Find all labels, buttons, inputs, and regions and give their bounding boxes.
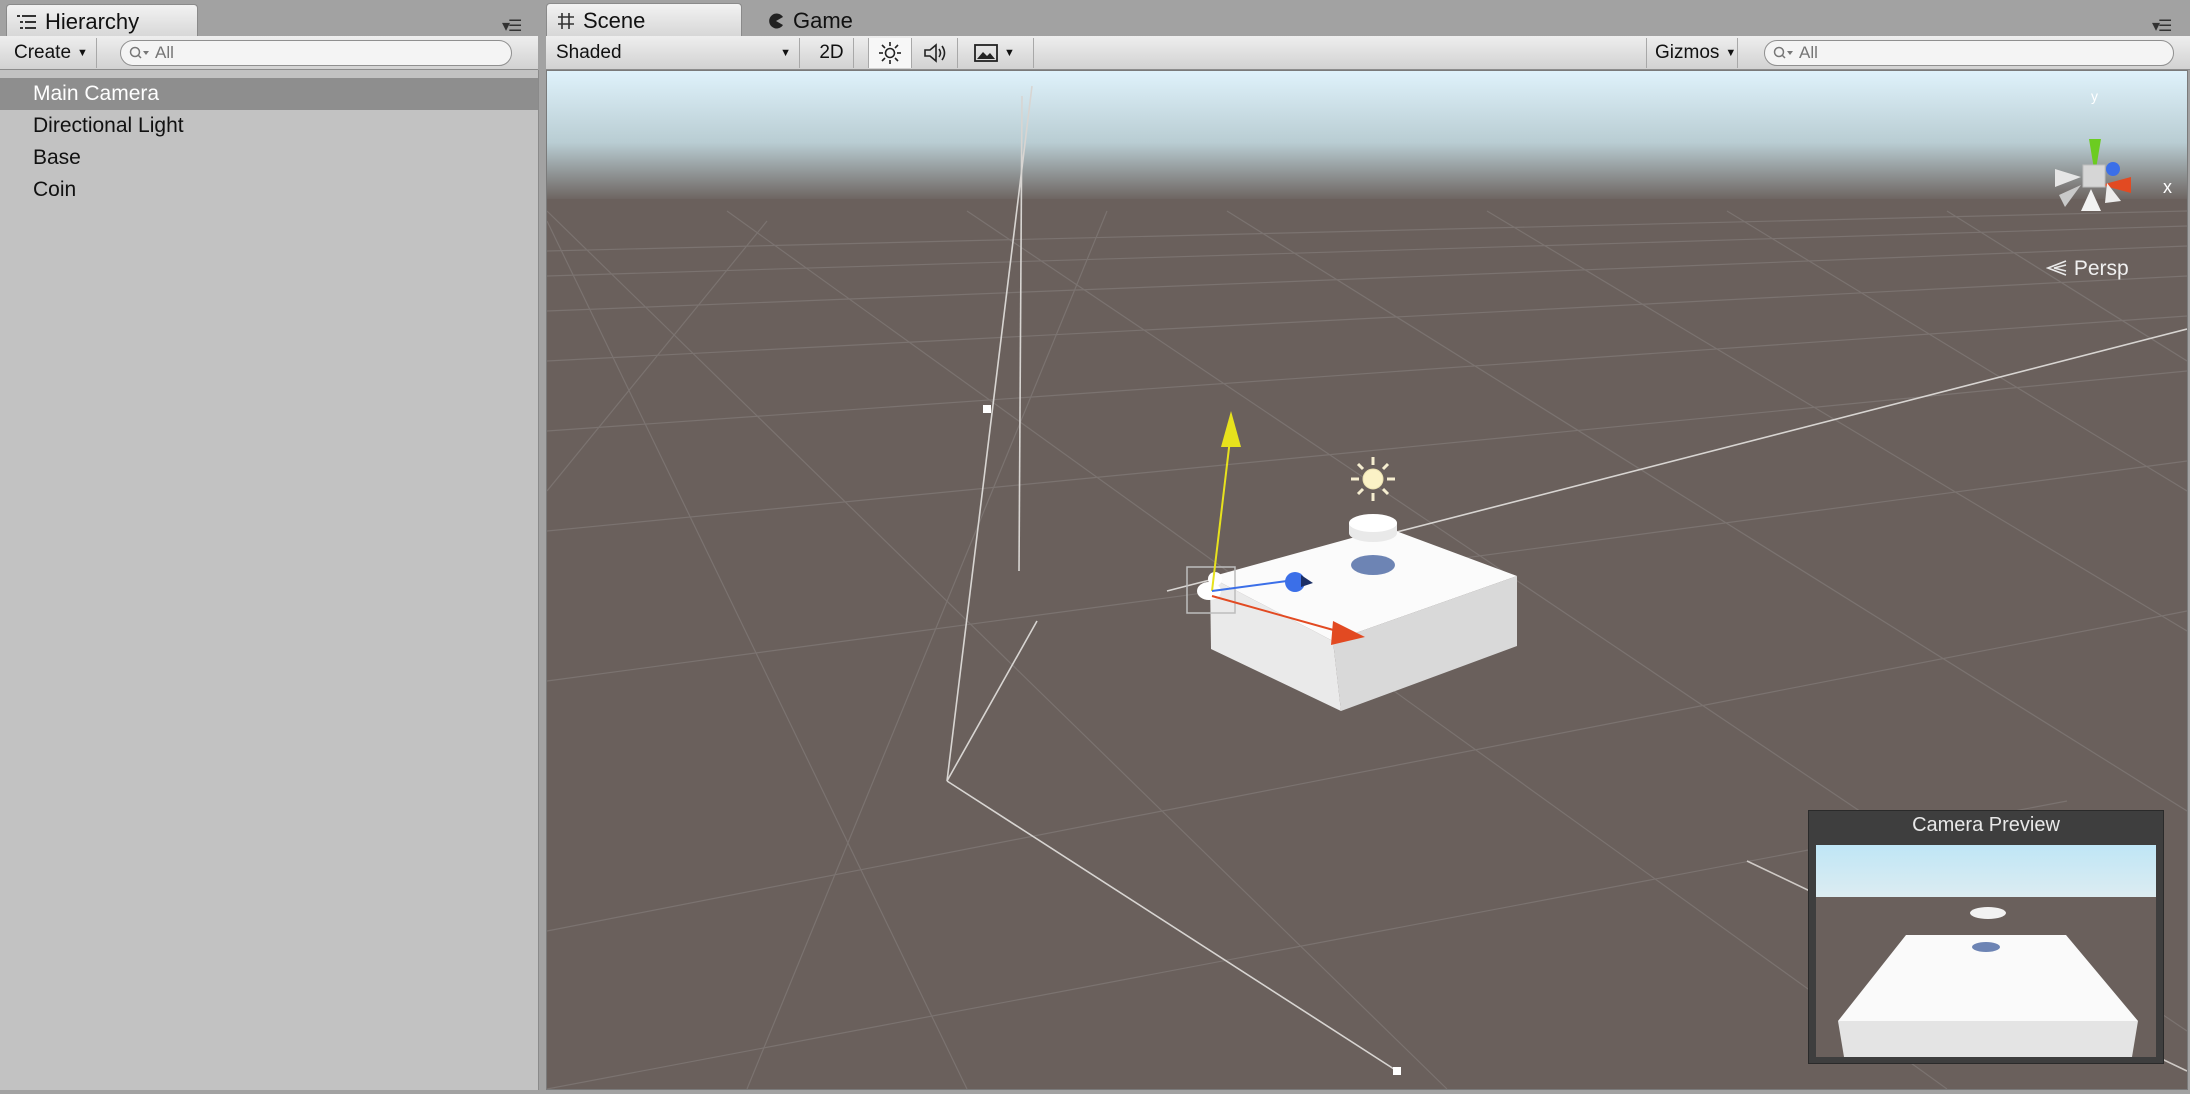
- chevron-down-icon: ▼: [1004, 47, 1015, 59]
- scene-search-input[interactable]: [1799, 43, 2139, 63]
- search-icon: [1773, 46, 1793, 59]
- chevron-down-icon: ▼: [1725, 47, 1737, 59]
- hierarchy-item-coin[interactable]: Coin: [0, 174, 538, 206]
- camera-preview-image: [1816, 845, 2156, 1057]
- sun-icon: [879, 42, 901, 64]
- audio-toggle-button[interactable]: [914, 38, 958, 68]
- hierarchy-toolbar: Create ▼: [0, 36, 538, 70]
- sky: [547, 71, 2187, 201]
- frustum-handle[interactable]: [983, 405, 991, 413]
- gizmos-dropdown[interactable]: Gizmos ▼: [1646, 38, 1738, 68]
- hierarchy-search-input[interactable]: [155, 43, 480, 63]
- shading-mode-dropdown[interactable]: Shaded ▼: [548, 38, 800, 68]
- coin-object[interactable]: [1349, 514, 1397, 542]
- tab-hierarchy[interactable]: Hierarchy: [6, 4, 198, 38]
- image-icon: [974, 44, 998, 62]
- effects-dropdown[interactable]: ▼: [966, 38, 1034, 68]
- camera-preview-title: Camera Preview: [1912, 814, 2060, 836]
- tab-scene-label: Scene: [583, 7, 646, 33]
- projection-label: Persp: [2073, 257, 2129, 280]
- pacman-icon: [769, 13, 783, 28]
- list-icon: [17, 14, 36, 29]
- hierarchy-item-directional-light[interactable]: Directional Light: [0, 110, 538, 142]
- scene-panel-menu-icon[interactable]: ▾☰: [2152, 16, 2172, 36]
- chevron-down-icon: ▼: [780, 47, 791, 59]
- create-button-label: Create: [14, 42, 72, 63]
- camera-preview: Camera Preview: [1808, 810, 2164, 1064]
- speaker-icon: [923, 43, 945, 63]
- shading-mode-label: Shaded: [556, 42, 622, 63]
- scene-toolbar: Shaded ▼ 2D ▼ Gizmos ▼: [546, 36, 2190, 70]
- lighting-toggle-button[interactable]: [868, 38, 912, 68]
- orientation-label-x: x: [2163, 177, 2172, 197]
- tab-scene[interactable]: Scene: [546, 3, 742, 37]
- hierarchy-panel-menu-icon[interactable]: ▾☰: [502, 16, 522, 36]
- tab-hierarchy-label: Hierarchy: [45, 8, 140, 34]
- 2d-toggle-button[interactable]: 2D: [810, 38, 854, 68]
- scene-search[interactable]: [1764, 40, 2174, 66]
- hierarchy-panel: Main Camera Directional Light Base Coin: [0, 70, 539, 1090]
- 2d-toggle-label: 2D: [819, 42, 844, 63]
- hierarchy-item-main-camera[interactable]: Main Camera: [0, 78, 538, 110]
- tab-game[interactable]: Game: [756, 3, 906, 37]
- frustum-handle[interactable]: [1393, 1067, 1401, 1075]
- orientation-label-y: y: [2091, 88, 2098, 104]
- search-icon: [129, 46, 149, 59]
- gizmos-label: Gizmos: [1655, 42, 1720, 63]
- hierarchy-list: Main Camera Directional Light Base Coin: [0, 78, 538, 206]
- tab-game-label: Game: [793, 7, 853, 33]
- grid-icon: [558, 12, 574, 29]
- create-button[interactable]: Create ▼: [6, 38, 97, 68]
- perspective-icon: [2045, 260, 2067, 276]
- hierarchy-search[interactable]: [120, 40, 512, 66]
- chevron-down-icon: ▼: [77, 47, 88, 59]
- projection-toggle[interactable]: Persp: [2045, 257, 2129, 281]
- hierarchy-item-base[interactable]: Base: [0, 142, 538, 174]
